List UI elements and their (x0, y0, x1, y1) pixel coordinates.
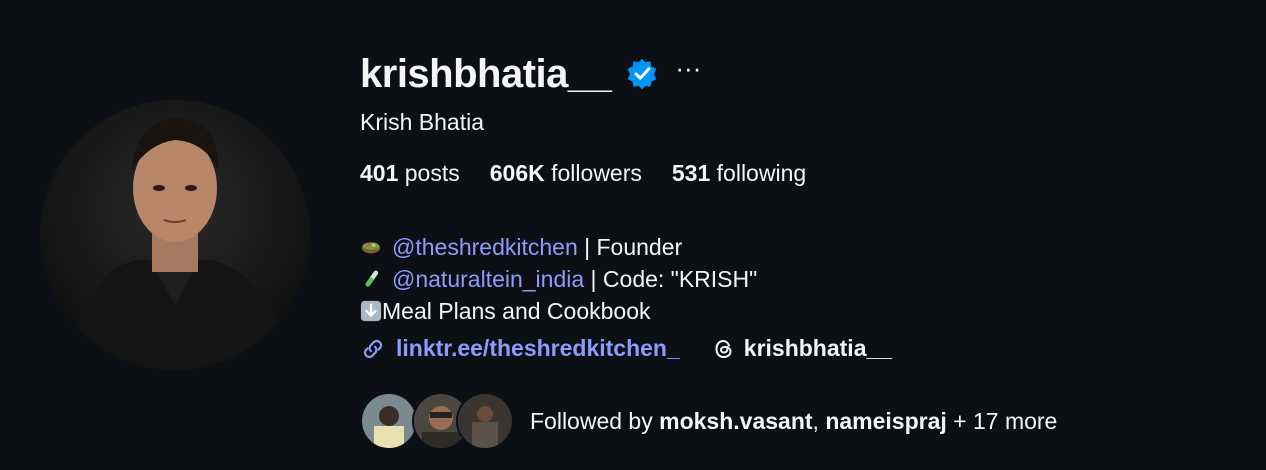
threads-handle: krishbhatia__ (743, 335, 893, 361)
following-stat[interactable]: 531 following (672, 160, 806, 187)
bio-mention-naturaltein[interactable]: @naturaltein_india (392, 263, 584, 295)
profile-avatar[interactable] (40, 100, 310, 370)
following-label: following (716, 160, 807, 186)
verified-badge-icon (627, 58, 657, 90)
full-name: Krish Bhatia (360, 109, 485, 135)
test-tube-emoji (365, 270, 379, 287)
followed-by-suffix: + 17 more (946, 407, 1058, 434)
bio-line-1-text: | Founder (577, 234, 683, 260)
followed-by-prefix: Followed by (530, 407, 660, 434)
following-count: 531 (671, 160, 711, 186)
mutual-follower-avatar (456, 392, 514, 450)
followers-label: followers (551, 160, 642, 186)
username: krishbhatia__ (360, 51, 612, 96)
more-options-icon[interactable]: ··· (675, 55, 701, 81)
down-arrow-emoji (360, 300, 382, 322)
followed-by-text: Followed by moksh.vasant, nameispraj + 1… (530, 408, 1057, 435)
link-icon (363, 339, 383, 358)
followed-by-row[interactable]: Followed by moksh.vasant, nameispraj + 1… (360, 392, 1057, 450)
followed-by-user-1[interactable]: moksh.vasant (659, 408, 812, 434)
threads-icon (715, 339, 732, 358)
posts-count: 401 (360, 160, 399, 186)
links-row: linktr.ee/theshredkitchen_ krishbhatia__ (360, 335, 892, 362)
bio-mention-theshredkitchen[interactable]: @theshredkitchen (392, 231, 578, 263)
followed-by-user-2[interactable]: nameispraj (825, 408, 946, 434)
bio: @theshredkitchen | Founder @naturaltein_… (360, 231, 892, 327)
threads-link[interactable]: krishbhatia__ (712, 335, 892, 362)
bio-line-1: @theshredkitchen | Founder (360, 231, 892, 263)
posts-stat[interactable]: 401 posts (360, 160, 460, 187)
name-row: krishbhatia__ ··· (360, 50, 892, 98)
bio-line-3-text: Meal Plans and Cookbook (382, 298, 651, 324)
followers-count: 606K (489, 160, 545, 186)
salad-bowl-emoji (361, 242, 381, 254)
bio-line-2: @naturaltein_india | Code: "KRISH" (360, 263, 892, 295)
profile-stats: 401 posts 606K followers 531 following (360, 160, 892, 187)
website-link[interactable]: linktr.ee/theshredkitchen_ (396, 335, 680, 362)
posts-label: posts (404, 160, 460, 186)
followed-by-separator: , (812, 407, 826, 434)
profile-info: krishbhatia__ ··· Krish Bhatia 401 posts… (360, 50, 892, 362)
mutual-follower-avatar (360, 392, 418, 450)
bio-line-3: Meal Plans and Cookbook (360, 295, 892, 327)
profile-photo (40, 100, 310, 370)
bio-line-2-text: | Code: "KRISH" (584, 266, 758, 292)
mutual-follower-avatars (360, 392, 518, 450)
followers-stat[interactable]: 606K followers (490, 160, 642, 187)
